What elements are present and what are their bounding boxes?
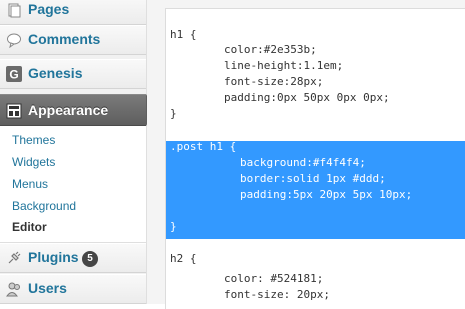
svg-text:G: G: [9, 68, 18, 82]
code-line: font-size:28px;: [166, 74, 465, 90]
code-line: font-size: 20px;: [166, 287, 465, 303]
menu-plugins-label: Plugins: [28, 249, 79, 265]
menu-plugins[interactable]: Plugins 5: [0, 243, 146, 273]
code-line: color:#2e353b;: [166, 42, 465, 58]
submenu-themes[interactable]: Themes: [12, 133, 55, 147]
genesis-icon: G: [6, 66, 22, 82]
code-line: }: [166, 106, 465, 122]
code-line: .post h1 {: [166, 139, 465, 155]
code-line: line-height:1.1em;: [166, 58, 465, 74]
code-line: h2 {: [166, 251, 465, 267]
code-line-text: color:#2e353b;: [224, 43, 317, 56]
submenu-menus[interactable]: Menus: [12, 177, 48, 191]
comments-icon: [7, 33, 21, 48]
code-line: color: #524181;: [166, 271, 465, 287]
users-icon: [6, 282, 20, 297]
menu-pages[interactable]: Pages: [0, 0, 146, 25]
code-line-text: padding:0px 50px 0px 0px;: [224, 91, 390, 104]
code-line-text: font-size:28px;: [224, 75, 324, 88]
menu-genesis-label: Genesis: [28, 65, 83, 81]
code-line: h1 {: [166, 27, 465, 43]
menu-pages-label: Pages: [28, 1, 70, 17]
appearance-submenu: Themes Widgets Menus Background Editor: [0, 126, 146, 243]
code-line: border:solid 1px #ddd;: [166, 171, 465, 187]
menu-appearance-label: Appearance: [28, 102, 109, 118]
appearance-icon: [6, 103, 22, 119]
code-line-text: background:#f4f4f4;: [240, 156, 366, 169]
menu-comments-label: Comments: [28, 31, 101, 47]
code-line-text: line-height:1.1em;: [224, 59, 344, 72]
pages-icon: [8, 3, 21, 18]
submenu-background[interactable]: Background: [12, 199, 76, 213]
code-line: padding:0px 50px 0px 0px;: [166, 90, 465, 106]
code-line-text: }: [170, 107, 177, 120]
submenu-widgets[interactable]: Widgets: [12, 155, 55, 169]
menu-genesis[interactable]: G Genesis: [0, 59, 146, 89]
code-line-text: .post h1 {: [170, 140, 237, 153]
plugins-icon: [8, 251, 21, 264]
code-line-text: color: #524181;: [224, 272, 324, 285]
code-line-text: padding:5px 20px 5px 10px;: [240, 188, 413, 201]
menu-users[interactable]: Users: [0, 274, 146, 304]
code-line-text: font-size: 20px;: [224, 288, 330, 301]
menu-appearance[interactable]: Appearance: [0, 94, 146, 126]
admin-sidebar: Pages Comments G Genesis Appearance Them…: [0, 0, 147, 304]
code-line-text: border:solid 1px #ddd;: [240, 172, 386, 185]
code-line-text: h2 {: [170, 252, 197, 265]
submenu-editor[interactable]: Editor: [12, 220, 47, 234]
code-line: background:#f4f4f4;: [166, 155, 465, 171]
menu-comments[interactable]: Comments: [0, 25, 146, 55]
code-line: }: [166, 219, 465, 235]
code-line-text: }: [170, 220, 177, 233]
code-line-text: h1 {: [170, 28, 197, 41]
plugins-update-badge: 5: [82, 251, 98, 267]
menu-users-label: Users: [28, 280, 67, 296]
code-line: padding:5px 20px 5px 10px;: [166, 187, 465, 203]
